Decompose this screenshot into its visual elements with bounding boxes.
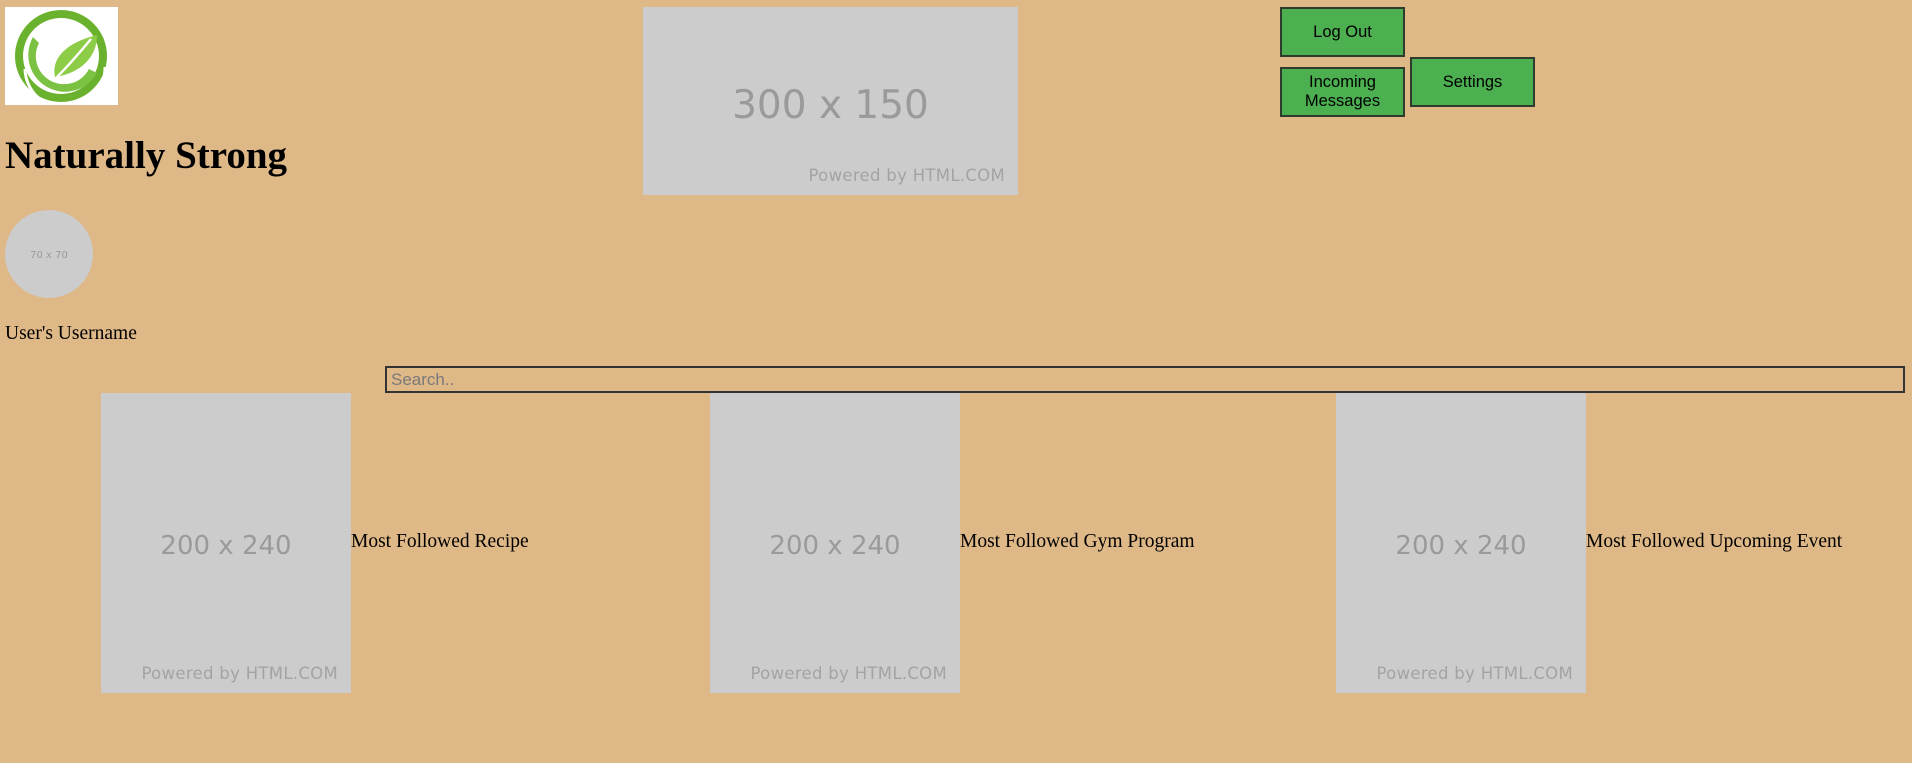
incoming-messages-button[interactable]: Incoming Messages — [1280, 67, 1405, 117]
most-followed-upcoming-event-label: Most Followed Upcoming Event — [1586, 531, 1843, 552]
banner-size-text: 300 x 150 — [732, 83, 929, 128]
card-size-text: 200 x 240 — [160, 531, 292, 561]
recipe-image[interactable]: 200 x 240 Powered by HTML.COM — [101, 393, 351, 693]
logout-button[interactable]: Log Out — [1280, 7, 1405, 57]
avatar[interactable]: 70 x 70 — [5, 210, 93, 298]
card-size-text: 200 x 240 — [769, 531, 901, 561]
settings-button[interactable]: Settings — [1410, 57, 1535, 107]
card-credit: Powered by HTML.COM — [1376, 664, 1573, 683]
banner-credit: Powered by HTML.COM — [808, 166, 1005, 185]
leaf-swirl-logo-icon — [15, 10, 107, 110]
most-followed-recipe-label: Most Followed Recipe — [351, 531, 529, 552]
search-input[interactable] — [385, 366, 1905, 393]
card-credit: Powered by HTML.COM — [141, 664, 338, 683]
upcoming-event-image[interactable]: 200 x 240 Powered by HTML.COM — [1336, 393, 1586, 693]
most-followed-gym-program-label: Most Followed Gym Program — [960, 531, 1195, 552]
avatar-size-text: 70 x 70 — [30, 250, 68, 261]
gym-program-image[interactable]: 200 x 240 Powered by HTML.COM — [710, 393, 960, 693]
site-title: Naturally Strong — [5, 134, 288, 177]
card-credit: Powered by HTML.COM — [750, 664, 947, 683]
banner-image: 300 x 150 Powered by HTML.COM — [643, 7, 1018, 195]
card-size-text: 200 x 240 — [1395, 531, 1527, 561]
site-logo[interactable] — [5, 7, 118, 110]
username: User's Username — [5, 323, 137, 344]
